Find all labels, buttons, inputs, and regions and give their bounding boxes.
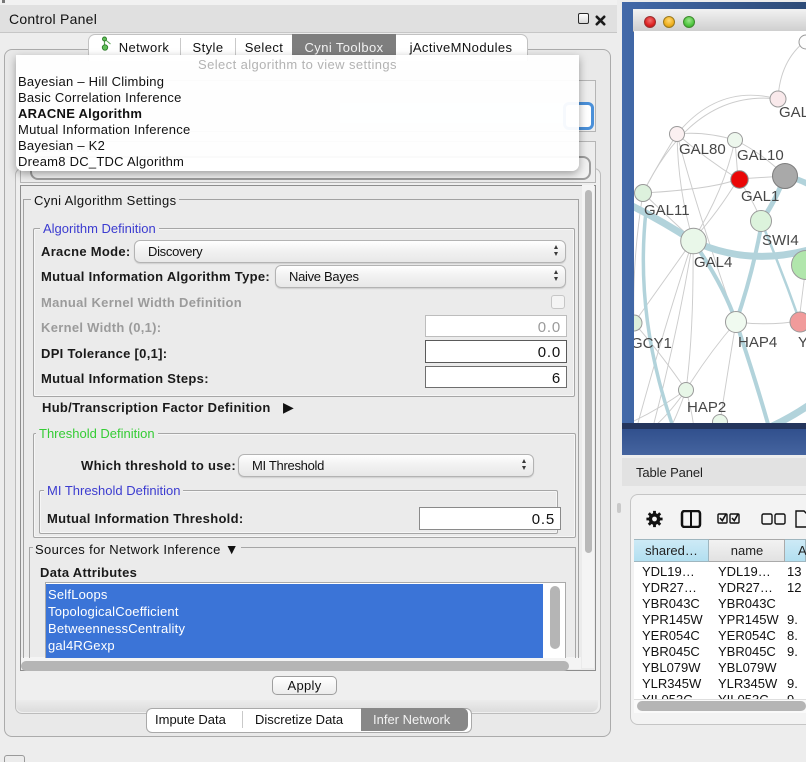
svg-text:HAP2: HAP2 xyxy=(687,399,726,416)
svg-text:GAL10: GAL10 xyxy=(737,147,784,164)
svg-text:GAL4: GAL4 xyxy=(694,254,732,271)
svg-text:GAL11: GAL11 xyxy=(644,202,690,219)
svg-text:SWI4: SWI4 xyxy=(762,232,799,249)
svg-text:YB: YB xyxy=(798,334,806,351)
svg-text:GAL1: GAL1 xyxy=(741,188,779,205)
svg-text:HAP4: HAP4 xyxy=(738,334,777,351)
svg-text:GAL80: GAL80 xyxy=(679,141,726,158)
svg-text:GAL7: GAL7 xyxy=(779,104,806,121)
svg-text:GCY1: GCY1 xyxy=(634,335,672,352)
